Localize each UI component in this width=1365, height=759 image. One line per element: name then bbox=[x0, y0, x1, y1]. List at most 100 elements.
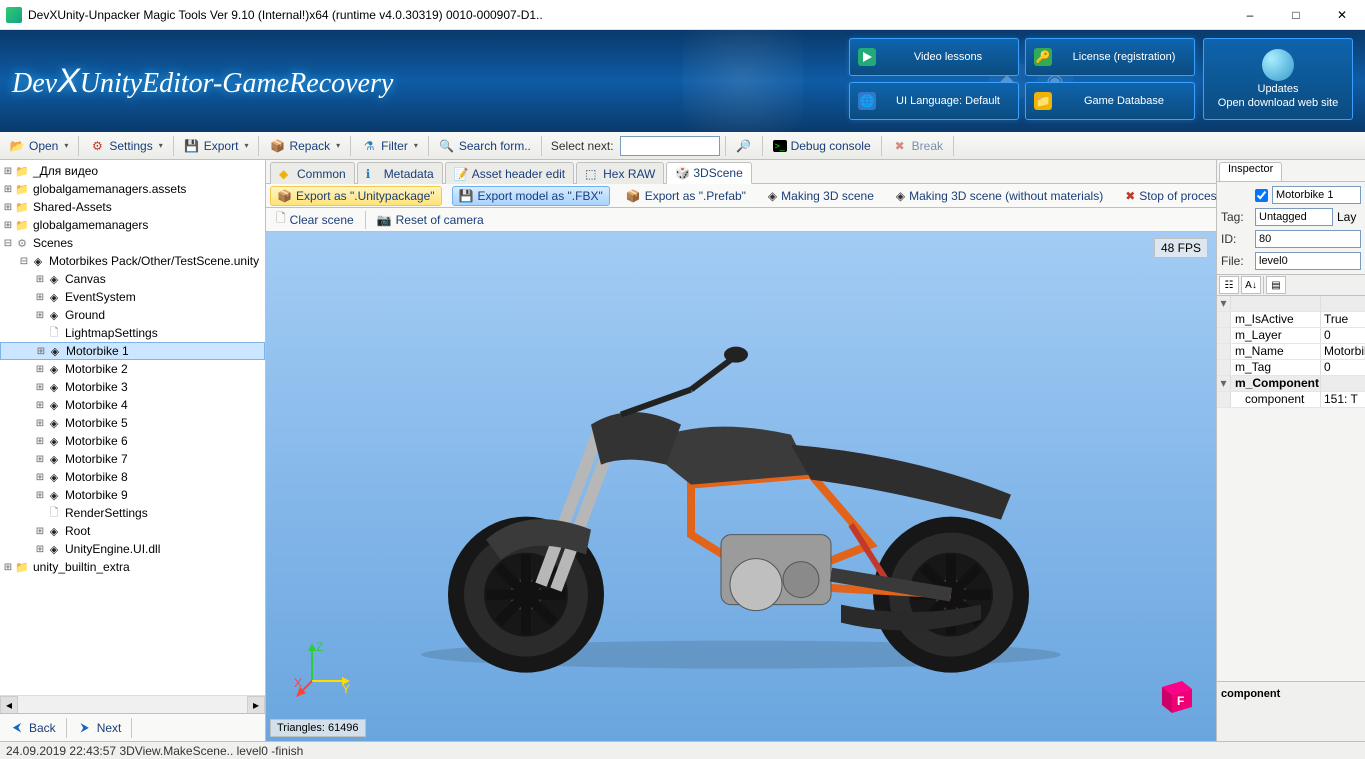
export-fbx-button[interactable]: 💾Export model as ".FBX" bbox=[452, 186, 610, 206]
export-prefab-button[interactable]: 📦Export as ".Prefab" bbox=[620, 186, 752, 206]
search-button[interactable]: 🔍Search form.. bbox=[434, 135, 536, 157]
tree-label: Shared-Assets bbox=[33, 200, 112, 214]
tree-node[interactable]: ⊞◈Motorbike 9 bbox=[0, 486, 265, 504]
tree-node[interactable]: ⊞◈Motorbike 4 bbox=[0, 396, 265, 414]
scroll-left-button[interactable]: ◂ bbox=[0, 696, 18, 714]
expander-icon[interactable]: ⊞ bbox=[34, 400, 46, 411]
scroll-right-button[interactable]: ▸ bbox=[247, 696, 265, 714]
viewport-3d[interactable]: 48 FPS bbox=[266, 232, 1216, 741]
export-button[interactable]: 💾Export▾ bbox=[179, 135, 254, 157]
tree-node[interactable]: ⊞◈Motorbike 5 bbox=[0, 414, 265, 432]
tree-node[interactable]: 🗋RenderSettings bbox=[0, 504, 265, 522]
open-button[interactable]: 📂Open▾ bbox=[4, 135, 73, 157]
tree-node[interactable]: ⊟◈Motorbikes Pack/Other/TestScene.unity bbox=[0, 252, 265, 270]
select-next-input[interactable] bbox=[620, 136, 720, 156]
categorize-button[interactable]: ☷ bbox=[1219, 276, 1239, 294]
pages-button[interactable]: ▤ bbox=[1266, 276, 1286, 294]
expander-icon[interactable]: ⊞ bbox=[2, 184, 14, 195]
maximize-button[interactable]: □ bbox=[1273, 0, 1319, 29]
tree-node[interactable]: ⊞◈Motorbike 2 bbox=[0, 360, 265, 378]
prop-value[interactable]: True bbox=[1321, 312, 1365, 327]
tab-3dscene[interactable]: 🎲3DScene bbox=[666, 162, 751, 184]
tree-node[interactable]: ⊞◈Root bbox=[0, 522, 265, 540]
expander-icon[interactable]: ⊞ bbox=[34, 418, 46, 429]
prop-value[interactable]: 0 bbox=[1321, 328, 1365, 343]
expander-icon[interactable]: ⊞ bbox=[34, 364, 46, 375]
next-button[interactable]: ⮞Next bbox=[72, 717, 127, 739]
tree-node[interactable]: ⊞◈Canvas bbox=[0, 270, 265, 288]
clear-scene-button[interactable]: 🗋Clear scene bbox=[270, 210, 360, 230]
expander-icon[interactable]: ⊞ bbox=[2, 562, 14, 573]
repack-button[interactable]: 📦Repack▾ bbox=[264, 135, 345, 157]
expander-icon[interactable]: ⊞ bbox=[34, 472, 46, 483]
prop-value[interactable]: 0 bbox=[1321, 360, 1365, 375]
object-name-input[interactable] bbox=[1272, 186, 1361, 204]
tree-node[interactable]: ⊞◈Motorbike 3 bbox=[0, 378, 265, 396]
tree-node[interactable]: ⊟⚙Scenes bbox=[0, 234, 265, 252]
expander-icon[interactable]: ⊟ bbox=[2, 238, 14, 249]
expander-icon[interactable]: ⊞ bbox=[34, 310, 46, 321]
active-checkbox[interactable] bbox=[1255, 189, 1268, 202]
tab-asset-header[interactable]: 📝Asset header edit bbox=[445, 162, 574, 184]
tree-hscroll[interactable]: ◂ ▸ bbox=[0, 695, 265, 713]
license-button[interactable]: 🔑License (registration) bbox=[1025, 38, 1195, 76]
tab-hex-raw[interactable]: ⬚Hex RAW bbox=[576, 162, 664, 184]
stop-process-button[interactable]: ✖Stop of process bbox=[1119, 186, 1228, 206]
asset-tree[interactable]: ⊞📁_Для видео⊞📁globalgamemanagers.assets⊞… bbox=[0, 160, 265, 695]
id-input[interactable] bbox=[1255, 230, 1361, 248]
expander-icon[interactable]: ⊞ bbox=[2, 220, 14, 231]
tree-node[interactable]: ⊞📁unity_builtin_extra bbox=[0, 558, 265, 576]
expander-icon[interactable]: ⊟ bbox=[18, 256, 30, 267]
tree-node[interactable]: ⊞◈EventSystem bbox=[0, 288, 265, 306]
expander-icon[interactable]: ⊞ bbox=[34, 436, 46, 447]
break-button[interactable]: ✖Break bbox=[887, 135, 948, 157]
tree-node[interactable]: ⊞📁globalgamemanagers bbox=[0, 216, 265, 234]
property-grid[interactable]: ▾ m_IsActiveTruem_Layer0m_NameMotorbike … bbox=[1217, 296, 1365, 681]
tree-node[interactable]: ⊞📁Shared-Assets bbox=[0, 198, 265, 216]
tree-node[interactable]: ⊞◈Motorbike 7 bbox=[0, 450, 265, 468]
game-database-button[interactable]: 📁Game Database bbox=[1025, 82, 1195, 120]
tab-metadata[interactable]: ℹMetadata bbox=[357, 162, 443, 184]
sort-button[interactable]: A↓ bbox=[1241, 276, 1261, 294]
expander-icon[interactable]: ⊞ bbox=[34, 544, 46, 555]
updates-button[interactable]: Updates Open download web site bbox=[1203, 38, 1353, 120]
settings-button[interactable]: ⚙Settings▾ bbox=[84, 135, 167, 157]
inspector-tab[interactable]: Inspector bbox=[1219, 162, 1282, 182]
minimize-button[interactable]: – bbox=[1227, 0, 1273, 29]
back-button[interactable]: ⮜Back bbox=[4, 717, 61, 739]
prop-value[interactable]: Motorbike 1 bbox=[1321, 344, 1365, 359]
expander-icon[interactable]: ⊞ bbox=[34, 274, 46, 285]
find-next-button[interactable]: 🔎 bbox=[731, 135, 757, 157]
tree-node[interactable]: ⊞◈UnityEngine.UI.dll bbox=[0, 540, 265, 558]
video-lessons-button[interactable]: Video lessons bbox=[849, 38, 1019, 76]
tree-node[interactable]: ⊞◈Ground bbox=[0, 306, 265, 324]
tree-nav: ⮜Back ⮞Next bbox=[0, 713, 265, 741]
expander-icon[interactable]: ⊞ bbox=[35, 346, 47, 357]
filter-button[interactable]: ⚗Filter▾ bbox=[356, 135, 423, 157]
file-input[interactable] bbox=[1255, 252, 1361, 270]
svg-text:Y: Y bbox=[342, 682, 350, 696]
export-unitypackage-button[interactable]: 📦Export as ".Unitypackage" bbox=[270, 186, 442, 206]
expander-icon[interactable]: ⊞ bbox=[34, 454, 46, 465]
tree-node[interactable]: ⊞📁globalgamemanagers.assets bbox=[0, 180, 265, 198]
make-3d-scene-nomat-button[interactable]: ◈Making 3D scene (without materials) bbox=[890, 186, 1109, 206]
tag-input[interactable] bbox=[1255, 208, 1333, 226]
expander-icon[interactable]: ⊞ bbox=[34, 382, 46, 393]
expander-icon[interactable]: ⊞ bbox=[34, 292, 46, 303]
tree-node[interactable]: 🗋LightmapSettings bbox=[0, 324, 265, 342]
expander-icon[interactable]: ⊞ bbox=[34, 526, 46, 537]
expander-icon[interactable]: ⊞ bbox=[2, 166, 14, 177]
expander-icon[interactable]: ⊞ bbox=[2, 202, 14, 213]
debug-console-button[interactable]: >_Debug console bbox=[768, 135, 876, 157]
expander-icon[interactable]: ⊞ bbox=[34, 490, 46, 501]
close-button[interactable]: ✕ bbox=[1319, 0, 1365, 29]
make-3d-scene-button[interactable]: ◈Making 3D scene bbox=[762, 186, 880, 206]
reset-camera-button[interactable]: 📷Reset of camera bbox=[371, 210, 490, 230]
tab-common[interactable]: ◆Common bbox=[270, 162, 355, 184]
tree-node[interactable]: ⊞📁_Для видео bbox=[0, 162, 265, 180]
tree-node[interactable]: ⊞◈Motorbike 8 bbox=[0, 468, 265, 486]
tree-node[interactable]: ⊞◈Motorbike 6 bbox=[0, 432, 265, 450]
orientation-cube[interactable]: F bbox=[1152, 673, 1196, 717]
tree-node[interactable]: ⊞◈Motorbike 1 bbox=[0, 342, 265, 360]
ui-language-button[interactable]: 🌐UI Language: Default bbox=[849, 82, 1019, 120]
